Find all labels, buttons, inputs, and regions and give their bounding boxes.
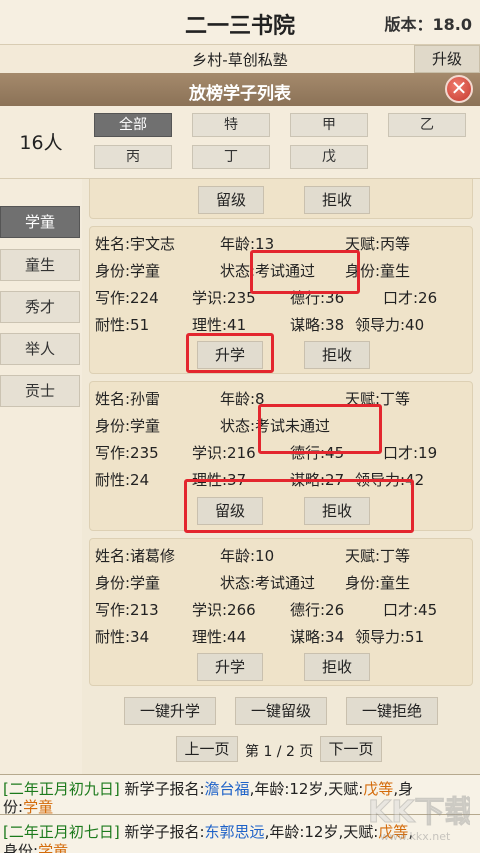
log-middle: ,年龄:12岁,天赋: bbox=[249, 780, 364, 798]
watermark-url: www.kkx.net bbox=[380, 830, 451, 843]
watermark-text: KK下载 bbox=[368, 795, 470, 830]
stat-patience: 耐性:34 bbox=[95, 628, 150, 646]
reject-all-button[interactable]: 一键拒绝 bbox=[346, 697, 438, 725]
watermark-logo: KK下载 www.kkx.net bbox=[368, 795, 471, 844]
dialog-title: 放榜学子列表 bbox=[189, 84, 291, 104]
sidebar: 学童 童生 秀才 举人 贡士 bbox=[0, 179, 82, 774]
student-identity: 身份:学童 bbox=[95, 262, 161, 280]
stat-writing: 写作:224 bbox=[95, 289, 159, 307]
stat-knowledge: 学识:216 bbox=[192, 444, 256, 462]
log-line: 身份:学童 bbox=[3, 840, 68, 853]
student-identity: 身份:学童 bbox=[95, 417, 161, 435]
promote-button[interactable]: 升学 bbox=[197, 653, 263, 681]
stat-strategy: 谋略:34 bbox=[290, 628, 345, 646]
log-student-name: 澹台福 bbox=[204, 780, 250, 798]
reject-button[interactable]: 拒收 bbox=[304, 653, 370, 681]
student-name: 姓名:孙雷 bbox=[95, 390, 161, 408]
log-student-name: 东郭思远 bbox=[204, 823, 265, 841]
retain-button[interactable]: 留级 bbox=[198, 186, 264, 214]
sidebar-item-xiucai[interactable]: 秀才 bbox=[0, 291, 80, 323]
filter-wu[interactable]: 戊 bbox=[290, 145, 368, 169]
sidebar-item-gongshi[interactable]: 贡士 bbox=[0, 375, 80, 407]
dialog-header: 放榜学子列表 ✕ bbox=[0, 73, 480, 106]
sidebar-item-tongsheng[interactable]: 童生 bbox=[0, 249, 80, 281]
stat-patience: 耐性:24 bbox=[95, 471, 150, 489]
filter-te[interactable]: 特 bbox=[192, 113, 270, 137]
stat-strategy: 谋略:38 bbox=[290, 316, 345, 334]
student-card-partial: 留级 拒收 bbox=[89, 179, 473, 219]
stat-knowledge: 学识:266 bbox=[192, 601, 256, 619]
top-bar: 二一三书院 版本：18.0 bbox=[0, 0, 480, 45]
student-name: 姓名:诸葛修 bbox=[95, 547, 176, 565]
upgrade-button[interactable]: 升级 bbox=[414, 45, 480, 73]
student-next-identity: 身份:童生 bbox=[345, 574, 411, 592]
promote-all-button[interactable]: 一键升学 bbox=[124, 697, 216, 725]
log-prefix: 新学子报名: bbox=[119, 823, 205, 841]
stat-writing: 写作:235 bbox=[95, 444, 159, 462]
highlight-box bbox=[184, 479, 414, 533]
log-line: [二年正月初七日] 新学子报名:东郭思远,年龄:12岁,天赋:戊等, bbox=[3, 821, 413, 842]
filter-ding[interactable]: 丁 bbox=[192, 145, 270, 169]
stat-leadership: 领导力:51 bbox=[355, 628, 425, 646]
student-talent: 天赋:丁等 bbox=[345, 547, 411, 565]
stat-eloquence: 口才:45 bbox=[383, 601, 438, 619]
log-identity-label: 身份: bbox=[3, 842, 39, 853]
stat-eloquence: 口才:26 bbox=[383, 289, 438, 307]
stat-writing: 写作:213 bbox=[95, 601, 159, 619]
prev-page-button[interactable]: 上一页 bbox=[176, 736, 238, 762]
sidebar-item-juren[interactable]: 举人 bbox=[0, 333, 80, 365]
location-text: 乡村-草创私塾 bbox=[192, 51, 288, 69]
filter-area: 16人 全部 特 甲 乙 丙 丁 戊 bbox=[0, 106, 480, 179]
log-identity-label: 份: bbox=[3, 798, 24, 814]
close-icon[interactable]: ✕ bbox=[445, 75, 473, 103]
highlight-box bbox=[250, 250, 360, 294]
page-indicator: 第 1 / 2 页 bbox=[245, 744, 314, 760]
log-date: [二年正月初七日] bbox=[3, 823, 120, 841]
location-bar: 乡村-草创私塾 升级 bbox=[0, 45, 480, 73]
next-page-button[interactable]: 下一页 bbox=[320, 736, 382, 762]
highlight-box bbox=[186, 333, 274, 373]
filter-all[interactable]: 全部 bbox=[94, 113, 172, 137]
student-list: 留级 拒收 姓名:宇文志 年龄:13 天赋:丙等 身份:学童 状态:考试通过 身… bbox=[82, 179, 480, 774]
highlight-box bbox=[258, 404, 382, 454]
stat-reason: 理性:44 bbox=[192, 628, 247, 646]
reject-button[interactable]: 拒收 bbox=[304, 341, 370, 369]
log-prefix: 新学子报名: bbox=[119, 780, 205, 798]
filter-bing[interactable]: 丙 bbox=[94, 145, 172, 169]
stat-patience: 耐性:51 bbox=[95, 316, 150, 334]
student-card: 姓名:宇文志 年龄:13 天赋:丙等 身份:学童 状态:考试通过 身份:童生 写… bbox=[89, 226, 473, 374]
student-name: 姓名:宇文志 bbox=[95, 235, 176, 253]
stat-eloquence: 口才:19 bbox=[383, 444, 438, 462]
retain-all-button[interactable]: 一键留级 bbox=[235, 697, 327, 725]
log-line: 份:学童 bbox=[3, 796, 53, 814]
version-label: 版本：18.0 bbox=[385, 11, 473, 35]
log-line: [二年正月初九日] 新学子报名:澹台福,年龄:12岁,天赋:戊等,身 bbox=[3, 778, 413, 799]
version-prefix: 版本： bbox=[384, 15, 433, 34]
stat-leadership: 领导力:40 bbox=[355, 316, 425, 334]
student-age: 年龄:10 bbox=[220, 547, 275, 565]
log-identity-value: 学童 bbox=[23, 798, 54, 814]
student-identity: 身份:学童 bbox=[95, 574, 161, 592]
log-identity-value: 学童 bbox=[38, 842, 69, 853]
student-status: 状态:考试通过 bbox=[220, 574, 316, 592]
stat-virtue: 德行:26 bbox=[290, 601, 345, 619]
stat-reason: 理性:41 bbox=[192, 316, 247, 334]
version-number: 18.0 bbox=[432, 15, 472, 34]
stat-knowledge: 学识:235 bbox=[192, 289, 256, 307]
student-card: 姓名:孙雷 年龄:8 天赋:丁等 身份:学童 状态:考试未通过 写作:235 学… bbox=[89, 381, 473, 533]
sidebar-item-xuetong[interactable]: 学童 bbox=[0, 206, 80, 238]
student-card: 姓名:诸葛修 年龄:10 天赋:丁等 身份:学童 状态:考试通过 身份:童生 写… bbox=[89, 538, 473, 686]
filter-jia[interactable]: 甲 bbox=[290, 113, 368, 137]
filter-yi[interactable]: 乙 bbox=[388, 113, 466, 137]
reject-button[interactable]: 拒收 bbox=[304, 186, 370, 214]
student-count: 16人 bbox=[19, 132, 63, 154]
